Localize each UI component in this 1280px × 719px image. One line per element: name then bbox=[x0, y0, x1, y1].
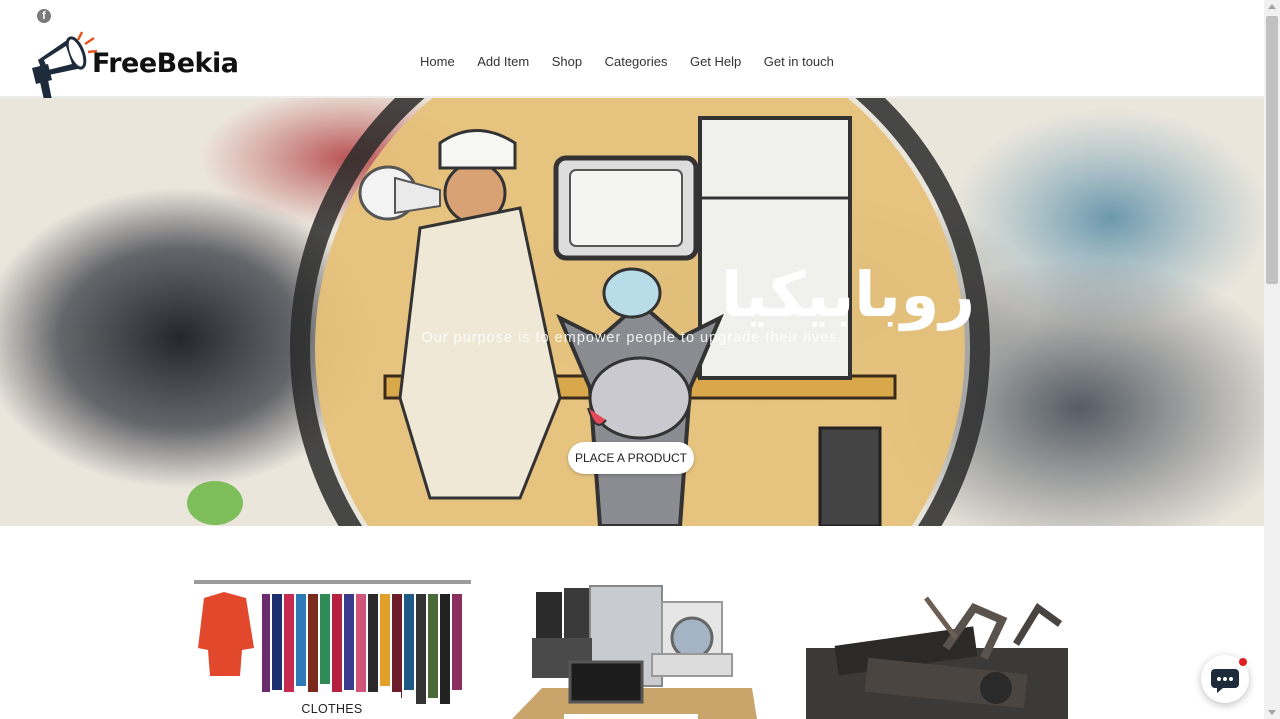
chat-widget-button[interactable] bbox=[1201, 655, 1249, 703]
nav-add-item[interactable]: Add Item bbox=[477, 54, 529, 69]
megaphone-logo-icon bbox=[32, 31, 98, 100]
page-scrollbar[interactable] bbox=[1264, 0, 1280, 719]
nav-get-help[interactable]: Get Help bbox=[690, 54, 741, 69]
scroll-up-arrow-icon[interactable] bbox=[1268, 4, 1276, 9]
nav-home[interactable]: Home bbox=[420, 54, 455, 69]
category-card-clothes[interactable]: CLOTHES bbox=[194, 578, 471, 719]
hero-arabic-title: روبابيكيا bbox=[721, 258, 975, 331]
category-label-clothes[interactable]: CLOTHES bbox=[263, 692, 401, 719]
nav-shop[interactable]: Shop bbox=[552, 54, 582, 69]
chat-notification-badge bbox=[1239, 658, 1247, 666]
nav-categories[interactable]: Categories bbox=[605, 54, 668, 69]
logo[interactable]: FreeBekia bbox=[30, 30, 239, 102]
hero-banner: روبابيكيا Our purpose is to empower peop… bbox=[0, 98, 1264, 526]
nav-get-in-touch[interactable]: Get in touch bbox=[764, 54, 834, 69]
category-card-electronics[interactable] bbox=[512, 578, 757, 719]
site-header: f FreeBekia Home Add Item Shop Categorie… bbox=[0, 0, 1264, 100]
hero-tagline: Our purpose is to empower people to upgr… bbox=[421, 330, 843, 346]
scrap-metal-image bbox=[806, 596, 1068, 719]
logo-text: FreeBekia bbox=[92, 48, 239, 79]
scroll-down-arrow-icon[interactable] bbox=[1268, 710, 1276, 715]
category-card-scrap[interactable] bbox=[806, 578, 1068, 719]
facebook-icon[interactable]: f bbox=[37, 9, 51, 23]
place-a-product-button[interactable]: PLACE A PRODUCT bbox=[568, 442, 694, 474]
scrollbar-thumb[interactable] bbox=[1266, 16, 1278, 284]
main-nav: Home Add Item Shop Categories Get Help G… bbox=[420, 54, 856, 69]
electronics-pile-image bbox=[512, 585, 757, 719]
